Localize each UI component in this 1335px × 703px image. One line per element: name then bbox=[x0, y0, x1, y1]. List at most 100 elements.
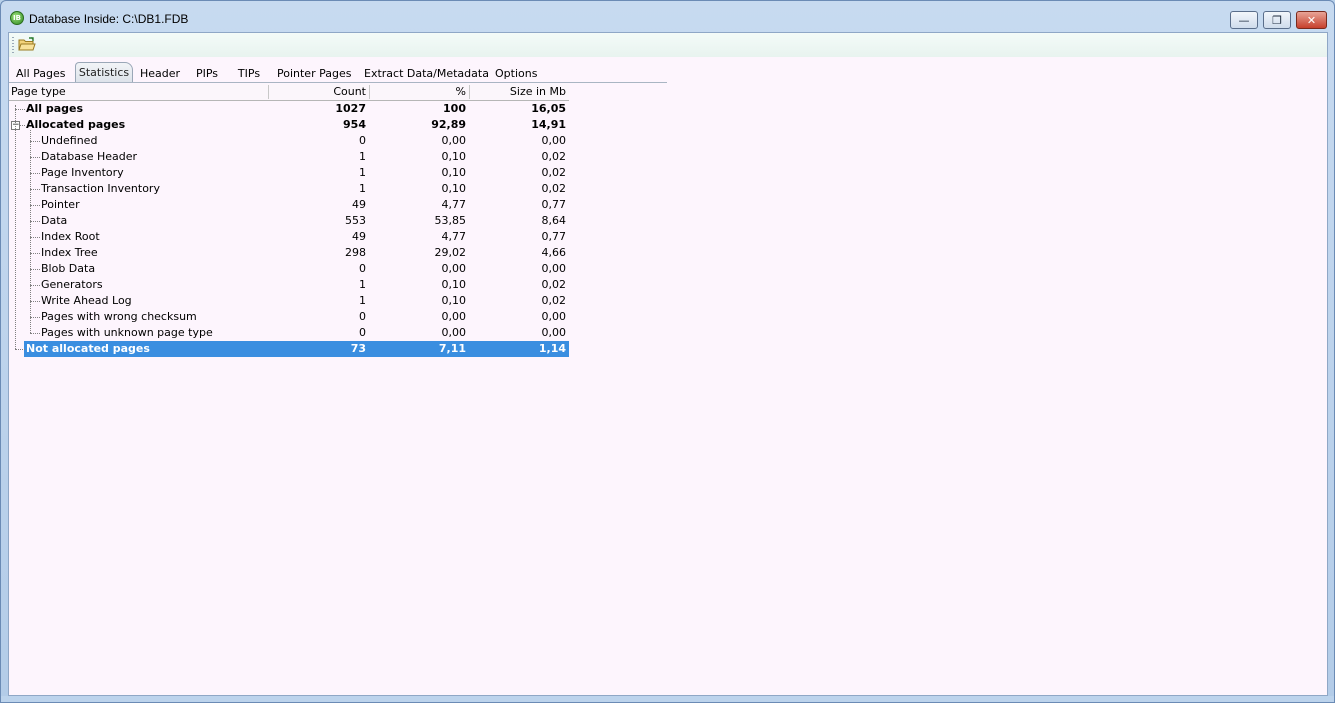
cell-count: 49 bbox=[352, 198, 366, 211]
cell-pct: 0,10 bbox=[441, 278, 467, 291]
row-label: Transaction Inventory bbox=[41, 182, 160, 195]
row-label: Data bbox=[41, 214, 68, 227]
row-label: Pointer bbox=[41, 198, 80, 211]
table-row[interactable]: Index Tree 298 29,02 4,66 bbox=[9, 245, 569, 261]
tab-all-pages[interactable]: All Pages bbox=[16, 66, 66, 82]
tab-tips[interactable]: TIPs bbox=[237, 66, 261, 82]
column-header-percent[interactable]: % bbox=[370, 84, 466, 100]
column-header-count[interactable]: Count bbox=[269, 84, 366, 100]
close-icon: ✕ bbox=[1306, 13, 1317, 27]
cell-size: 16,05 bbox=[531, 102, 566, 115]
toolbar-grip[interactable] bbox=[12, 37, 14, 53]
tree-connector bbox=[30, 141, 40, 142]
table-row[interactable]: Index Root 49 4,77 0,77 bbox=[9, 229, 569, 245]
cell-pct: 0,00 bbox=[441, 134, 467, 147]
row-label: Blob Data bbox=[41, 262, 96, 275]
row-label: Page Inventory bbox=[41, 166, 124, 179]
tree-connector bbox=[30, 317, 40, 318]
table-row[interactable]: Pointer 49 4,77 0,77 bbox=[9, 197, 569, 213]
cell-count: 553 bbox=[345, 214, 366, 227]
row-label: Index Root bbox=[41, 230, 100, 243]
tree-connector bbox=[15, 109, 25, 110]
column-header-size-mb[interactable]: Size in Mb bbox=[470, 84, 566, 100]
tab-header[interactable]: Header bbox=[140, 66, 180, 82]
cell-count: 1027 bbox=[335, 102, 366, 115]
tree-connector bbox=[15, 105, 16, 349]
table-row[interactable]: Pages with unknown page type 0 0,00 0,00 bbox=[9, 325, 569, 341]
table-row[interactable]: Blob Data 0 0,00 0,00 bbox=[9, 261, 569, 277]
tab-statistics[interactable]: Statistics bbox=[75, 62, 133, 82]
cell-count: 0 bbox=[359, 262, 366, 275]
cell-size: 0,02 bbox=[541, 294, 567, 307]
tree-connector bbox=[30, 130, 31, 333]
cell-count: 1 bbox=[359, 150, 366, 163]
cell-size: 0,00 bbox=[541, 134, 567, 147]
table-row[interactable]: Generators 1 0,10 0,02 bbox=[9, 277, 569, 293]
cell-count: 954 bbox=[343, 118, 366, 131]
cell-pct: 0,00 bbox=[441, 326, 467, 339]
tree-connector bbox=[30, 333, 40, 334]
open-folder-icon bbox=[18, 37, 36, 51]
cell-count: 0 bbox=[359, 134, 366, 147]
table-row[interactable]: Database Header 1 0,10 0,02 bbox=[9, 149, 569, 165]
cell-pct: 0,10 bbox=[441, 294, 467, 307]
tree-connector bbox=[30, 285, 40, 286]
cell-size: 0,02 bbox=[541, 278, 567, 291]
minimize-button[interactable]: — bbox=[1230, 11, 1258, 29]
cell-pct: 4,77 bbox=[441, 198, 467, 211]
tab-pointer-pages[interactable]: Pointer Pages bbox=[277, 66, 351, 82]
restore-button[interactable]: ❐ bbox=[1263, 11, 1291, 29]
restore-icon: ❐ bbox=[1272, 13, 1282, 27]
cell-pct: 0,10 bbox=[441, 182, 467, 195]
cell-size: 0,00 bbox=[541, 262, 567, 275]
cell-size: 8,64 bbox=[541, 214, 567, 227]
table-row[interactable]: Data 553 53,85 8,64 bbox=[9, 213, 569, 229]
main-window: IB Database Inside: C:\DB1.FDB — ❐ ✕ All… bbox=[0, 0, 1335, 703]
table-row[interactable]: Pages with wrong checksum 0 0,00 0,00 bbox=[9, 309, 569, 325]
cell-count: 0 bbox=[359, 310, 366, 323]
cell-size: 0,77 bbox=[541, 198, 567, 211]
grid-header: Page type Count % Size in Mb bbox=[9, 84, 569, 101]
cell-count: 1 bbox=[359, 278, 366, 291]
table-row[interactable]: Undefined 0 0,00 0,00 bbox=[9, 133, 569, 149]
close-button[interactable]: ✕ bbox=[1296, 11, 1327, 29]
tab-pips[interactable]: PIPs bbox=[195, 66, 219, 82]
row-label: Undefined bbox=[41, 134, 98, 147]
row-label: Database Header bbox=[41, 150, 138, 163]
tree-connector bbox=[30, 157, 40, 158]
cell-size: 14,91 bbox=[531, 118, 566, 131]
cell-pct: 7,11 bbox=[438, 342, 466, 355]
title-bar[interactable]: IB Database Inside: C:\DB1.FDB — ❐ ✕ bbox=[1, 1, 1334, 34]
tab-extract-data-metadata[interactable]: Extract Data/Metadata bbox=[364, 66, 489, 82]
cell-pct: 4,77 bbox=[441, 230, 467, 243]
cell-size: 0,02 bbox=[541, 150, 567, 163]
cell-pct: 53,85 bbox=[434, 214, 467, 227]
tab-options[interactable]: Options bbox=[495, 66, 537, 82]
row-label: Index Tree bbox=[41, 246, 98, 259]
cell-size: 0,02 bbox=[541, 182, 567, 195]
column-header-page-type[interactable]: Page type bbox=[11, 84, 251, 100]
cell-pct: 0,10 bbox=[441, 150, 467, 163]
window-title: Database Inside: C:\DB1.FDB bbox=[29, 12, 189, 26]
cell-pct: 29,02 bbox=[434, 246, 467, 259]
row-label: Generators bbox=[41, 278, 103, 291]
table-row[interactable]: Page Inventory 1 0,10 0,02 bbox=[9, 165, 569, 181]
cell-pct: 100 bbox=[443, 102, 466, 115]
table-row[interactable]: Write Ahead Log 1 0,10 0,02 bbox=[9, 293, 569, 309]
table-row[interactable]: Not allocated pages 73 7,11 1,14 bbox=[9, 341, 569, 357]
ib-logo-icon: IB bbox=[10, 11, 24, 25]
cell-size: 0,77 bbox=[541, 230, 567, 243]
client-area: All Pages Statistics Header PIPs TIPs Po… bbox=[8, 32, 1328, 696]
cell-count: 1 bbox=[359, 166, 366, 179]
tree-connector bbox=[30, 269, 40, 270]
cell-count: 1 bbox=[359, 294, 366, 307]
cell-pct: 0,00 bbox=[441, 262, 467, 275]
table-row[interactable]: All pages 1027 100 16,05 bbox=[9, 101, 569, 117]
open-database-button[interactable] bbox=[18, 36, 36, 54]
cell-size: 0,02 bbox=[541, 166, 567, 179]
tree-connector bbox=[30, 189, 40, 190]
table-row[interactable]: Transaction Inventory 1 0,10 0,02 bbox=[9, 181, 569, 197]
cell-pct: 0,10 bbox=[441, 166, 467, 179]
table-row[interactable]: − Allocated pages 954 92,89 14,91 bbox=[9, 117, 569, 133]
cell-count: 0 bbox=[359, 326, 366, 339]
